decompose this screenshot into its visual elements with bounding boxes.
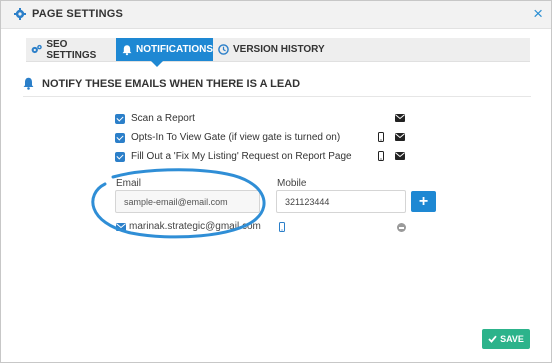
remove-recipient-icon[interactable] [397, 223, 406, 232]
option-view-gate-label: Opts-In To View Gate (if view gate is tu… [131, 132, 341, 143]
divider [23, 96, 531, 97]
envelope-icon[interactable] [395, 152, 405, 160]
option-view-gate-checkbox[interactable] [115, 132, 125, 143]
envelope-icon[interactable] [395, 133, 405, 141]
option-fix-listing-label: Fill Out a 'Fix My Listing' Request on R… [131, 151, 352, 162]
option-scan-report-label: Scan a Report [131, 113, 195, 124]
mobile-phone-icon[interactable] [378, 151, 384, 161]
option-view-gate: Opts-In To View Gate (if view gate is tu… [115, 132, 340, 143]
tab-seo-settings[interactable]: SEO SETTINGS [26, 38, 116, 61]
gears-icon [31, 44, 42, 54]
recipient-email: marinak.strategic@gmail.com [129, 221, 261, 232]
mobile-label: Mobile [277, 178, 307, 189]
active-tab-pointer [151, 61, 163, 67]
tab-seo-settings-label: SEO SETTINGS [46, 38, 97, 61]
clock-icon [218, 44, 229, 55]
save-button[interactable]: SAVE [482, 329, 530, 349]
option-fix-listing: Fill Out a 'Fix My Listing' Request on R… [115, 151, 352, 162]
option-fix-listing-checkbox[interactable] [115, 151, 125, 162]
option-scan-report-checkbox[interactable] [115, 113, 125, 124]
mobile-phone-icon[interactable] [378, 132, 384, 142]
section-heading-text: NOTIFY THESE EMAILS WHEN THERE IS A LEAD [42, 77, 301, 90]
tab-notifications[interactable]: NOTIFICATIONS [116, 38, 213, 61]
bell-icon [23, 77, 34, 90]
email-label: Email [116, 178, 142, 189]
tab-version-history-label: VERSION HISTORY [233, 44, 325, 55]
checkmark-icon [488, 335, 497, 343]
mobile-phone-icon [279, 222, 285, 232]
tab-bar: SEO SETTINGS NOTIFICATIONS VERSION HISTO… [26, 38, 530, 62]
tab-notifications-label: NOTIFICATIONS [135, 44, 213, 55]
gear-icon [14, 8, 26, 20]
add-recipient-button[interactable]: + [411, 191, 436, 212]
tab-version-history[interactable]: VERSION HISTORY [218, 38, 338, 61]
mobile-field[interactable] [276, 190, 406, 213]
email-field[interactable] [115, 190, 260, 213]
dialog-titlebar: PAGE SETTINGS × [1, 1, 551, 29]
save-label: SAVE [500, 334, 524, 344]
dialog-title: PAGE SETTINGS [32, 8, 124, 20]
bell-icon [122, 44, 132, 55]
option-scan-report: Scan a Report [115, 113, 195, 124]
close-icon[interactable]: × [533, 5, 543, 22]
envelope-icon [116, 223, 126, 231]
envelope-icon[interactable] [395, 114, 405, 122]
section-heading: NOTIFY THESE EMAILS WHEN THERE IS A LEAD [23, 77, 300, 90]
page-settings-dialog: PAGE SETTINGS × SEO SETTINGS NOTIFICATIO… [0, 0, 552, 363]
